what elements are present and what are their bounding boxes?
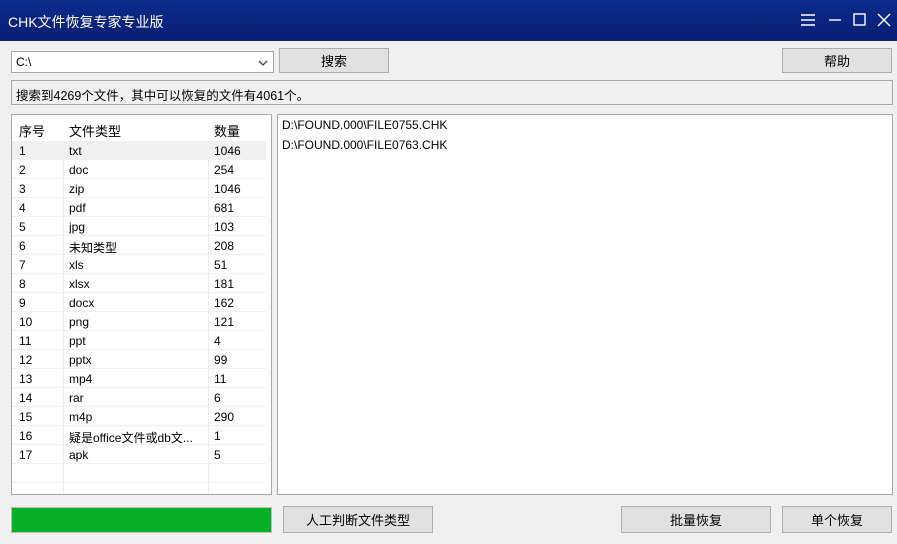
- row-file-type: doc: [69, 163, 89, 177]
- row-count: 5: [214, 448, 221, 462]
- table-row[interactable]: 11 ppt 4: [12, 331, 266, 350]
- table-row[interactable]: 8 xlsx 181: [12, 274, 266, 293]
- chevron-down-icon[interactable]: [256, 56, 270, 70]
- row-number: 3: [19, 182, 26, 196]
- window-title: CHK文件恢复专家专业版: [8, 14, 164, 30]
- row-file-type: m4p: [69, 410, 93, 424]
- table-row[interactable]: 7 xls 51: [12, 255, 266, 274]
- row-count: 1046: [214, 144, 241, 158]
- row-number: 10: [19, 315, 33, 329]
- row-number: 17: [19, 448, 33, 462]
- row-number: 12: [19, 353, 33, 367]
- table-row[interactable]: 1 txt 1046: [12, 141, 266, 160]
- column-header-number[interactable]: 序号: [19, 121, 45, 140]
- row-count: 681: [214, 201, 235, 215]
- file-type-rows: 1 txt 1046 2 doc 254 3 zip 1046 4 pdf 681 5 jpg 103 6 未知…: [12, 141, 266, 494]
- row-file-type: txt: [69, 144, 82, 158]
- row-file-type: 未知类型: [69, 241, 118, 255]
- table-row[interactable]: 14 rar 6: [12, 388, 266, 407]
- table-row[interactable]: 16 疑是office文件或db文... 1: [12, 426, 266, 445]
- row-number: 13: [19, 372, 33, 386]
- table-row[interactable]: 9 docx 162: [12, 293, 266, 312]
- hamburger-menu-icon[interactable]: [798, 10, 818, 30]
- manual-detect-type-button[interactable]: 人工判断文件类型: [283, 506, 433, 533]
- progress-bar: [11, 507, 272, 533]
- empty-row: [12, 483, 266, 494]
- list-item[interactable]: D:\FOUND.000\FILE0755.CHK: [282, 118, 447, 132]
- drive-select[interactable]: C:\: [11, 51, 274, 73]
- row-file-type: rar: [69, 391, 84, 405]
- row-count: 121: [214, 315, 235, 329]
- row-number: 11: [19, 334, 32, 348]
- row-number: 15: [19, 410, 33, 424]
- row-count: 4: [214, 334, 221, 348]
- table-row[interactable]: 4 pdf 681: [12, 198, 266, 217]
- row-number: 9: [19, 296, 26, 310]
- row-count: 6: [214, 391, 221, 405]
- row-count: 162: [214, 296, 235, 310]
- table-row[interactable]: 13 mp4 11: [12, 369, 266, 388]
- row-file-type: xlsx: [69, 277, 90, 291]
- row-file-type: xls: [69, 258, 84, 272]
- row-count: 51: [214, 258, 228, 272]
- row-file-type: png: [69, 315, 90, 329]
- row-file-type: 疑是office文件或db文...: [69, 431, 193, 445]
- row-number: 5: [19, 220, 26, 234]
- close-icon[interactable]: [874, 10, 894, 30]
- table-row[interactable]: 10 png 121: [12, 312, 266, 331]
- row-count: 254: [214, 163, 235, 177]
- row-number: 6: [19, 239, 26, 253]
- found-file-list[interactable]: D:\FOUND.000\FILE0755.CHK D:\FOUND.000\FI…: [277, 114, 893, 495]
- file-type-list[interactable]: 序号 文件类型 数量 1 txt 1046 2 doc 254 3 zip 1046 4 pdf 68…: [11, 114, 272, 495]
- row-count: 1046: [214, 182, 241, 196]
- table-row[interactable]: 2 doc 254: [12, 160, 266, 179]
- single-recover-button[interactable]: 单个恢复: [782, 506, 892, 533]
- table-row[interactable]: 5 jpg 103: [12, 217, 266, 236]
- row-count: 208: [214, 239, 235, 253]
- status-box: 搜索到4269个文件，其中可以恢复的文件有4061个。: [11, 80, 893, 105]
- help-button[interactable]: 帮助: [782, 48, 892, 73]
- row-number: 1: [19, 144, 26, 158]
- row-file-type: jpg: [69, 220, 86, 234]
- table-row[interactable]: 3 zip 1046: [12, 179, 266, 198]
- row-file-type: mp4: [69, 372, 93, 386]
- row-count: 181: [214, 277, 235, 291]
- progress-bar-fill: [12, 508, 271, 532]
- column-header-count[interactable]: 数量: [214, 121, 240, 140]
- row-count: 11: [214, 372, 227, 386]
- list-item[interactable]: D:\FOUND.000\FILE0763.CHK: [282, 138, 447, 152]
- row-file-type: pptx: [69, 353, 92, 367]
- drive-select-value: C:\: [16, 55, 32, 69]
- row-number: 8: [19, 277, 26, 291]
- table-row[interactable]: 12 pptx 99: [12, 350, 266, 369]
- batch-recover-button[interactable]: 批量恢复: [621, 506, 771, 533]
- row-number: 2: [19, 163, 26, 177]
- row-file-type: docx: [69, 296, 95, 310]
- row-number: 16: [19, 429, 33, 443]
- row-number: 7: [19, 258, 26, 272]
- row-number: 4: [19, 201, 26, 215]
- row-count: 99: [214, 353, 228, 367]
- row-file-type: ppt: [69, 334, 86, 348]
- row-count: 103: [214, 220, 235, 234]
- maximize-icon[interactable]: [850, 10, 870, 30]
- row-file-type: pdf: [69, 201, 86, 215]
- row-number: 14: [19, 391, 33, 405]
- status-text: 搜索到4269个文件，其中可以恢复的文件有4061个。: [16, 89, 310, 103]
- column-header-type[interactable]: 文件类型: [69, 121, 121, 140]
- table-row[interactable]: 17 apk 5: [12, 445, 266, 464]
- row-file-type: apk: [69, 448, 89, 462]
- title-bar: CHK文件恢复专家专业版: [0, 0, 897, 41]
- row-count: 1: [214, 429, 221, 443]
- row-count: 290: [214, 410, 235, 424]
- table-row[interactable]: 6 未知类型 208: [12, 236, 266, 255]
- row-file-type: zip: [69, 182, 85, 196]
- list-header: 序号 文件类型 数量: [12, 115, 271, 141]
- empty-row: [12, 464, 266, 483]
- minimize-icon[interactable]: [825, 10, 845, 30]
- search-button[interactable]: 搜索: [279, 48, 389, 73]
- table-row[interactable]: 15 m4p 290: [12, 407, 266, 426]
